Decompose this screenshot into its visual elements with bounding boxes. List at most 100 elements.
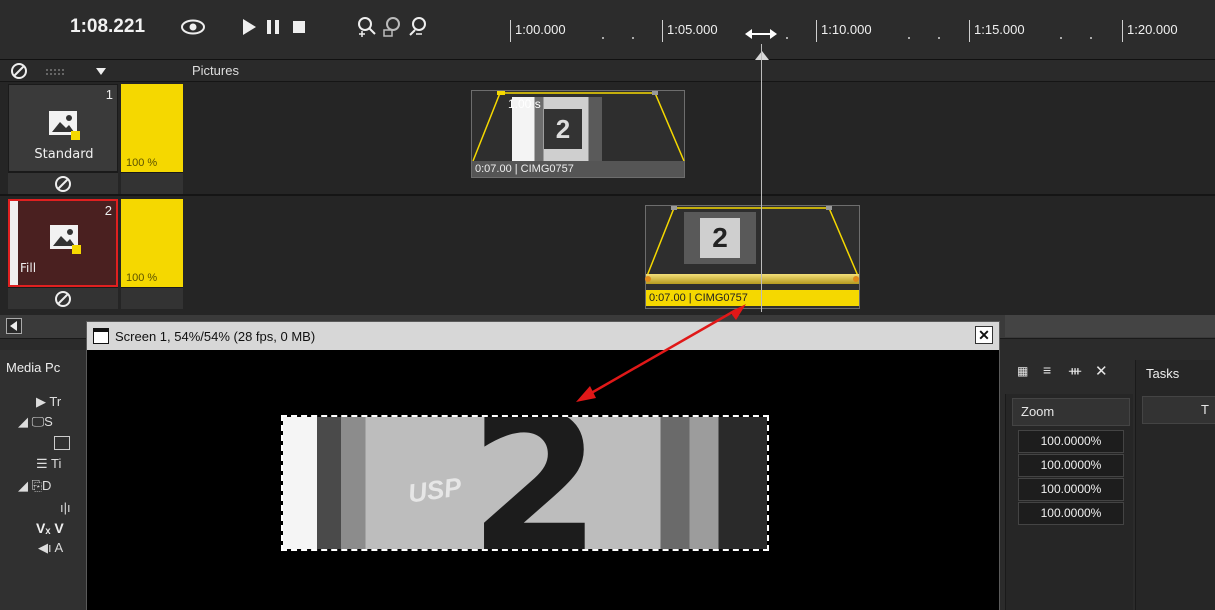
track-header-row: Pictures	[0, 60, 1215, 82]
audio-bar-icon: ı|ı	[60, 500, 71, 515]
track-mode: Standard	[34, 147, 94, 162]
media-pool-item[interactable]: ▶ Tr	[36, 394, 61, 410]
close-panel-icon[interactable]: ✕	[1095, 362, 1108, 380]
scroll-track[interactable]	[1005, 315, 1215, 337]
track-2-header[interactable]: 2 Fill	[8, 199, 118, 287]
expand-arrow-icon: ◢	[18, 414, 28, 429]
preview-title: Screen 1, 54%/54% (28 fps, 0 MB)	[115, 328, 316, 344]
tasks-title: Tasks	[1146, 366, 1180, 381]
clip-track-2[interactable]: 2 0:07.00 | CIMG0757	[645, 205, 860, 309]
expand-arrow-icon: ◢	[18, 478, 28, 493]
tasks-column-header: T	[1142, 396, 1215, 424]
time-readout: 1:08.221	[70, 16, 146, 37]
thumbnail-sign: 2	[544, 109, 582, 149]
picture-icon	[48, 223, 82, 258]
zoom-out-icon[interactable]	[406, 14, 432, 40]
ruler-label: 1:05.000	[662, 20, 718, 42]
zoom-value-cell[interactable]: 100.0000%	[1018, 502, 1124, 525]
item-label: S	[44, 414, 53, 429]
ruler-label: 1:15.000	[969, 20, 1025, 42]
ruler-minor-tick	[908, 37, 910, 39]
volume-label: 100 %	[126, 157, 158, 169]
preview-title-bar[interactable]: Screen 1, 54%/54% (28 fps, 0 MB) ✕	[87, 322, 999, 350]
ruler-label: 1:10.000	[816, 20, 872, 42]
tasks-panel: Tasks T	[1135, 360, 1215, 610]
transition-bar[interactable]	[645, 274, 859, 284]
item-label: Ti	[51, 456, 62, 471]
variable-icon: Vₓ	[36, 520, 51, 536]
pin-icon[interactable]: ᚒ	[1069, 363, 1081, 379]
clip-track-1[interactable]: 2 1.00 s 0:07.00 | CIMG0757	[471, 90, 685, 178]
track-1-footer	[8, 172, 118, 194]
ruler-label: 1:00.000	[510, 20, 566, 42]
item-label: V	[54, 520, 64, 536]
media-pool-item[interactable]: ◢ ⎘D	[18, 478, 51, 494]
ruler-minor-tick	[1060, 37, 1062, 39]
track-1-header[interactable]: 1 Standard	[8, 84, 118, 172]
track-2-footer-vol	[121, 287, 183, 309]
window-icon	[93, 328, 109, 344]
disable-icon[interactable]	[10, 62, 28, 83]
item-label: Tr	[49, 394, 62, 409]
device-icon: ⎘	[31, 478, 43, 493]
track-2-volume[interactable]: 100 %	[121, 199, 183, 287]
zoom-value-cell[interactable]: 100.0000%	[1018, 454, 1124, 477]
ruler-minor-tick	[938, 37, 940, 39]
ruler-label: 1:20.000	[1122, 20, 1178, 42]
media-pool-item[interactable]: Vₓ V	[36, 520, 64, 536]
zoom-in-icon[interactable]	[354, 14, 380, 40]
ruler-minor-tick	[602, 37, 604, 39]
media-pool-panel: Media Pc ▶ Tr ◢ 🖵S ☰ Ti ◢ ⎘D ı|ı Vₓ V ◀ı…	[0, 350, 88, 610]
zoom-value-cell[interactable]: 100.0000%	[1018, 478, 1124, 501]
grid-view-icon[interactable]: ▦	[1017, 364, 1028, 378]
resize-horizontal-cursor-icon	[744, 26, 778, 45]
play-icon[interactable]	[236, 14, 262, 40]
picture-icon	[47, 109, 81, 144]
screen-icon: 🖵	[31, 414, 45, 429]
media-pool-item[interactable]: ☰ Ti	[36, 456, 61, 472]
track-number: 1	[105, 87, 113, 102]
track-group-label: Pictures	[192, 63, 239, 78]
disable-icon[interactable]	[54, 175, 72, 193]
speaker-icon: ◀ı	[38, 540, 52, 555]
track-1-volume[interactable]: 100 %	[121, 84, 183, 172]
playhead-line[interactable]	[761, 44, 762, 312]
grip-icon	[44, 66, 72, 76]
scroll-left-button[interactable]	[6, 318, 22, 334]
zoom-panel: Zoom 100.0000% 100.0000% 100.0000% 100.0…	[1005, 394, 1133, 610]
track-mode: Fill	[20, 261, 37, 275]
pause-icon[interactable]	[260, 14, 286, 40]
preview-image[interactable]: 2 USP	[281, 415, 769, 551]
thumbnail-sign: 2	[700, 218, 740, 258]
zoom-panel-toolbar: ▦ ≡ ᚒ ✕	[1015, 362, 1127, 384]
media-pool-item[interactable]: ◀ı A	[38, 540, 63, 556]
ruler-minor-tick	[1090, 37, 1092, 39]
screen-icon	[54, 436, 70, 450]
item-label: D	[42, 478, 52, 493]
preview-canvas[interactable]: 2 USP	[87, 350, 999, 610]
item-label: A	[54, 540, 64, 555]
list-view-icon[interactable]: ≡	[1043, 362, 1051, 378]
zoom-fit-icon[interactable]	[380, 14, 406, 40]
track-1-footer-vol	[121, 172, 183, 194]
selection-indicator	[10, 201, 18, 285]
eye-icon[interactable]	[180, 14, 206, 40]
clip-thumbnail: 2	[684, 212, 756, 264]
preview-window: Screen 1, 54%/54% (28 fps, 0 MB) ✕ 2 USP	[86, 321, 1000, 610]
disable-icon[interactable]	[54, 290, 72, 308]
timeline-toolbar: 1:08.221 1:00.000 1:05.000 1:10.000 1:15…	[0, 0, 1215, 60]
zoom-value-cell[interactable]: 100.0000%	[1018, 430, 1124, 453]
clip-label: 0:07.00 | CIMG0757	[472, 161, 684, 177]
ruler-minor-tick	[632, 37, 634, 39]
close-icon[interactable]: ✕	[975, 326, 993, 344]
track-divider	[0, 194, 1215, 196]
media-pool-item[interactable]: ◢ 🖵S	[18, 414, 53, 430]
dropdown-arrow-icon[interactable]	[94, 65, 108, 80]
stop-icon[interactable]	[286, 14, 312, 40]
zoom-column-header: Zoom	[1012, 398, 1130, 426]
track-2-footer	[8, 287, 118, 309]
image-number: 2	[469, 415, 602, 551]
timeline-icon: ▶	[36, 394, 46, 409]
duration-badge: 1.00 s	[508, 97, 541, 111]
ruler-minor-tick	[786, 37, 788, 39]
